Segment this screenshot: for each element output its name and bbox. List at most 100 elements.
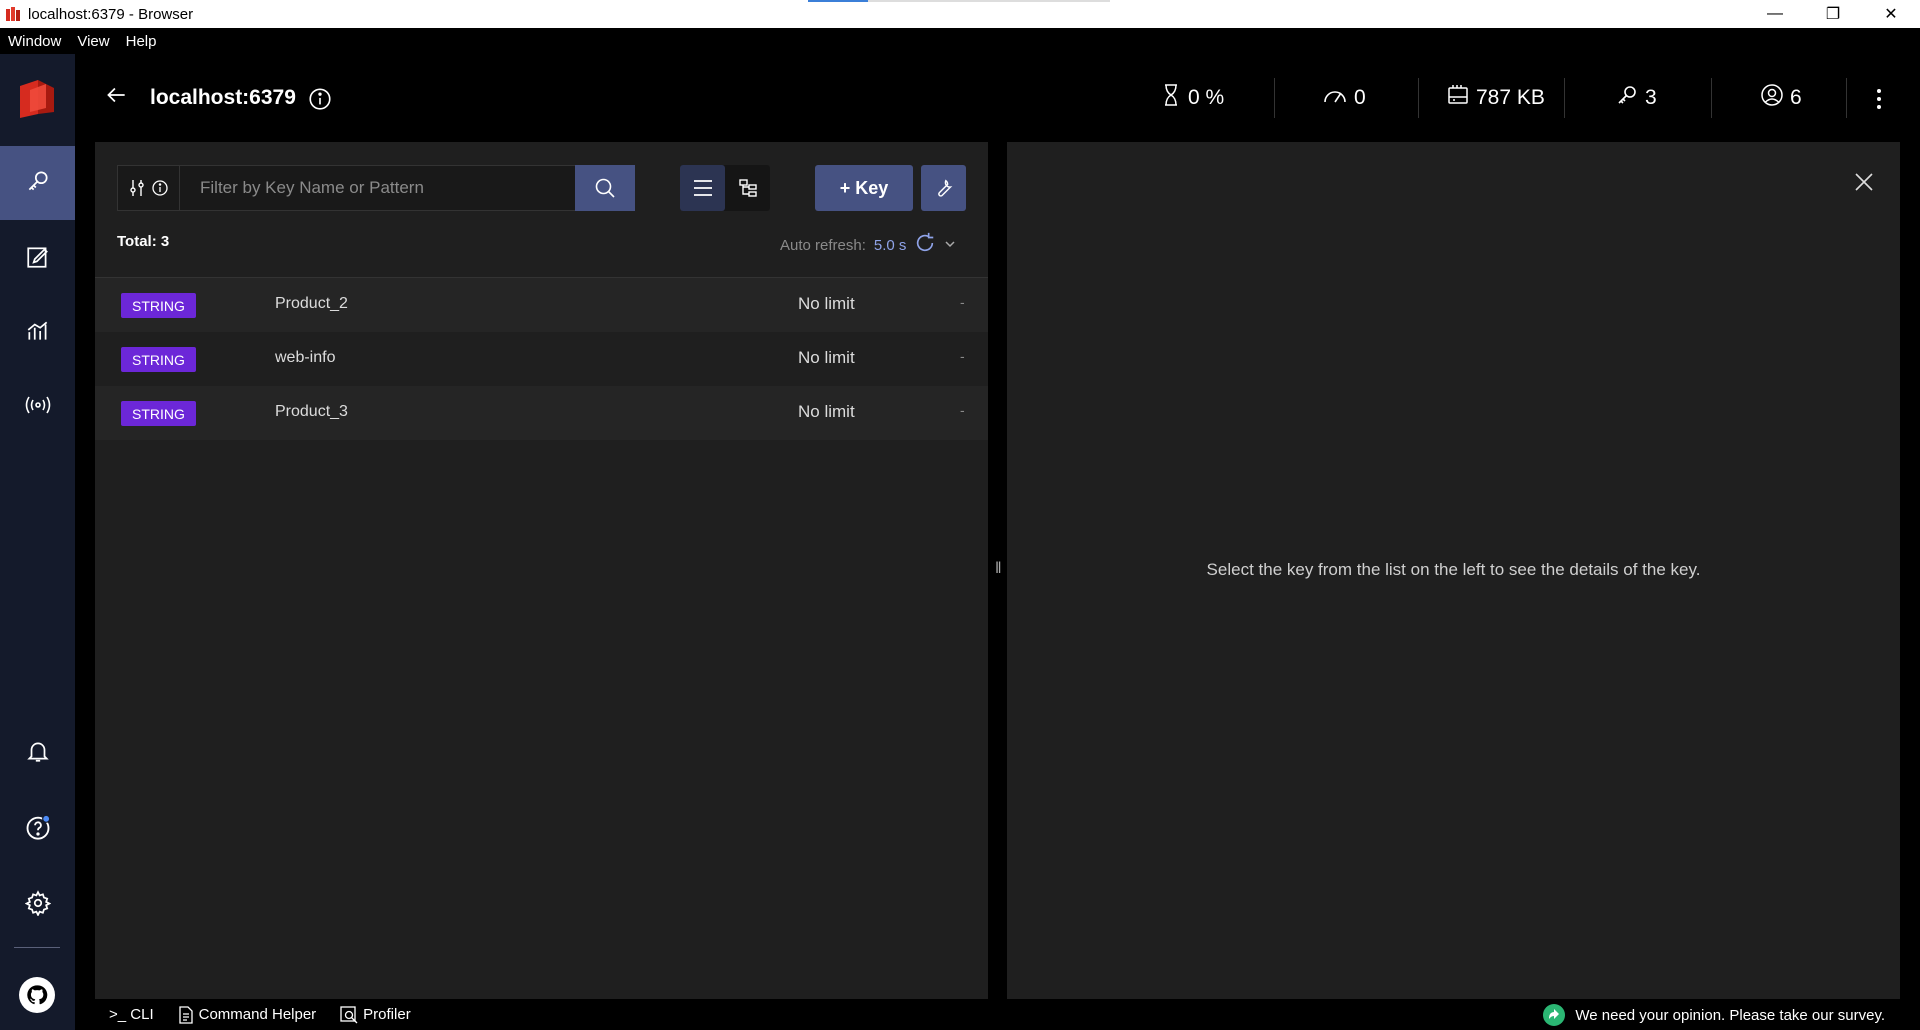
list-icon	[693, 180, 712, 196]
key-type-badge: STRING	[121, 347, 196, 372]
settings-button[interactable]	[0, 868, 75, 942]
command-helper-label: Command Helper	[198, 1006, 317, 1023]
tree-icon	[738, 179, 757, 197]
key-name: web-info	[275, 349, 336, 366]
stat-memory: 787 KB	[1446, 82, 1545, 114]
key-name: Product_2	[275, 295, 348, 312]
key-icon	[1615, 83, 1639, 113]
key-row[interactable]: STRING Product_3 No limit -	[95, 386, 988, 440]
total-keys-count: Total: 3	[117, 233, 170, 250]
speedometer-icon	[1322, 84, 1348, 112]
document-icon	[178, 1005, 193, 1024]
stat-keys: 3	[1615, 82, 1657, 114]
profiler-label: Profiler	[363, 1006, 411, 1023]
stat-clients-value: 6	[1790, 86, 1802, 109]
analytics-icon	[25, 318, 51, 349]
menu-window[interactable]: Window	[0, 33, 69, 50]
profiler-icon	[340, 1005, 358, 1023]
database-host-title: localhost:6379	[150, 86, 296, 109]
command-helper-button[interactable]: Command Helper	[178, 1005, 317, 1024]
empty-details-message: Select the key from the list on the left…	[1206, 560, 1701, 579]
close-window-button[interactable]: ✕	[1862, 0, 1920, 28]
window-titlebar: localhost:6379 - Browser — ❐ ✕	[0, 0, 1920, 28]
key-list-panel: + Key Total: 3 Auto refresh: 5.0 s STRIN…	[95, 142, 988, 999]
filter-sliders-icon	[129, 180, 144, 196]
window-title: localhost:6379 - Browser	[28, 5, 194, 23]
profiler-button[interactable]: Profiler	[340, 1005, 411, 1024]
close-icon[interactable]	[1854, 172, 1874, 197]
stat-ops-value: 0	[1354, 86, 1366, 109]
add-key-button[interactable]: + Key	[815, 165, 913, 211]
bell-icon	[25, 738, 51, 769]
stat-divider	[1418, 78, 1419, 118]
view-toggle	[680, 165, 770, 211]
search-icon	[595, 178, 615, 198]
key-row[interactable]: STRING web-info No limit -	[95, 332, 988, 386]
stat-cpu-value: 0 %	[1188, 86, 1225, 109]
sidebar-item-pubsub[interactable]	[0, 370, 75, 444]
stat-keys-value: 3	[1645, 86, 1657, 109]
stat-divider	[1274, 78, 1275, 118]
stat-divider	[1564, 78, 1565, 118]
back-arrow-icon[interactable]	[103, 82, 129, 113]
hourglass-icon	[1160, 83, 1182, 113]
broadcast-icon	[24, 392, 52, 423]
auto-refresh: Auto refresh: 5.0 s	[780, 232, 956, 258]
info-icon[interactable]	[307, 86, 333, 117]
loading-progress	[808, 0, 1110, 2]
survey-label: We need your opinion. Please take our su…	[1575, 1006, 1885, 1024]
search-button[interactable]	[575, 165, 635, 211]
github-icon[interactable]	[19, 977, 55, 1013]
more-options-icon[interactable]	[1875, 88, 1883, 115]
gear-icon	[24, 889, 51, 921]
menu-help[interactable]: Help	[118, 33, 165, 50]
cli-button[interactable]: >_ CLI	[109, 1006, 154, 1023]
minimize-button[interactable]: —	[1746, 0, 1804, 28]
chevron-down-icon[interactable]	[944, 237, 956, 254]
filter-type-dropdown[interactable]	[118, 166, 180, 210]
restore-button[interactable]: ❐	[1804, 0, 1862, 28]
stat-cpu: 0 %	[1160, 82, 1224, 114]
wrench-icon	[937, 179, 952, 197]
bulk-actions-button[interactable]	[921, 165, 966, 211]
notifications-button[interactable]	[0, 716, 75, 790]
help-center-button[interactable]	[0, 792, 75, 866]
list-view-button[interactable]	[680, 165, 725, 211]
key-size: -	[960, 402, 965, 418]
panel-resize-handle[interactable]: ‖	[995, 560, 1002, 578]
redis-logo[interactable]	[12, 74, 62, 120]
search-bar	[117, 165, 631, 211]
stat-ops: 0	[1322, 82, 1366, 114]
cli-label: >_ CLI	[109, 1006, 154, 1023]
key-row[interactable]: STRING Product_2 No limit -	[95, 278, 988, 332]
sidebar-item-workbench[interactable]	[0, 222, 75, 296]
sidebar-divider	[14, 947, 60, 948]
stat-divider	[1846, 78, 1847, 118]
survey-link[interactable]: We need your opinion. Please take our su…	[1543, 1004, 1885, 1026]
key-ttl: No limit	[798, 294, 855, 313]
search-input[interactable]	[180, 166, 630, 210]
key-icon	[25, 168, 51, 199]
menu-view[interactable]: View	[69, 33, 117, 50]
edit-icon	[25, 244, 51, 275]
info-icon	[151, 180, 168, 196]
stat-divider	[1711, 78, 1712, 118]
user-icon	[1760, 83, 1784, 113]
refresh-icon[interactable]	[914, 232, 936, 258]
auto-refresh-value: 5.0 s	[873, 236, 907, 254]
key-details-panel: Select the key from the list on the left…	[1007, 142, 1900, 999]
top-header: localhost:6379 0 % 0 787 KB 3 6	[75, 54, 1920, 142]
key-size: -	[960, 348, 965, 364]
memory-icon	[1446, 83, 1470, 113]
tree-view-button[interactable]	[725, 165, 770, 211]
redis-app-icon	[4, 5, 22, 23]
auto-refresh-label: Auto refresh:	[780, 236, 866, 254]
key-ttl: No limit	[798, 402, 855, 421]
stat-clients: 6	[1760, 82, 1802, 114]
survey-icon	[1543, 1004, 1566, 1026]
sidebar-item-browser[interactable]	[0, 146, 75, 220]
key-ttl: No limit	[798, 348, 855, 367]
sidebar-item-analysis[interactable]	[0, 296, 75, 370]
menu-bar: Window View Help	[0, 28, 1920, 54]
key-size: -	[960, 294, 965, 310]
